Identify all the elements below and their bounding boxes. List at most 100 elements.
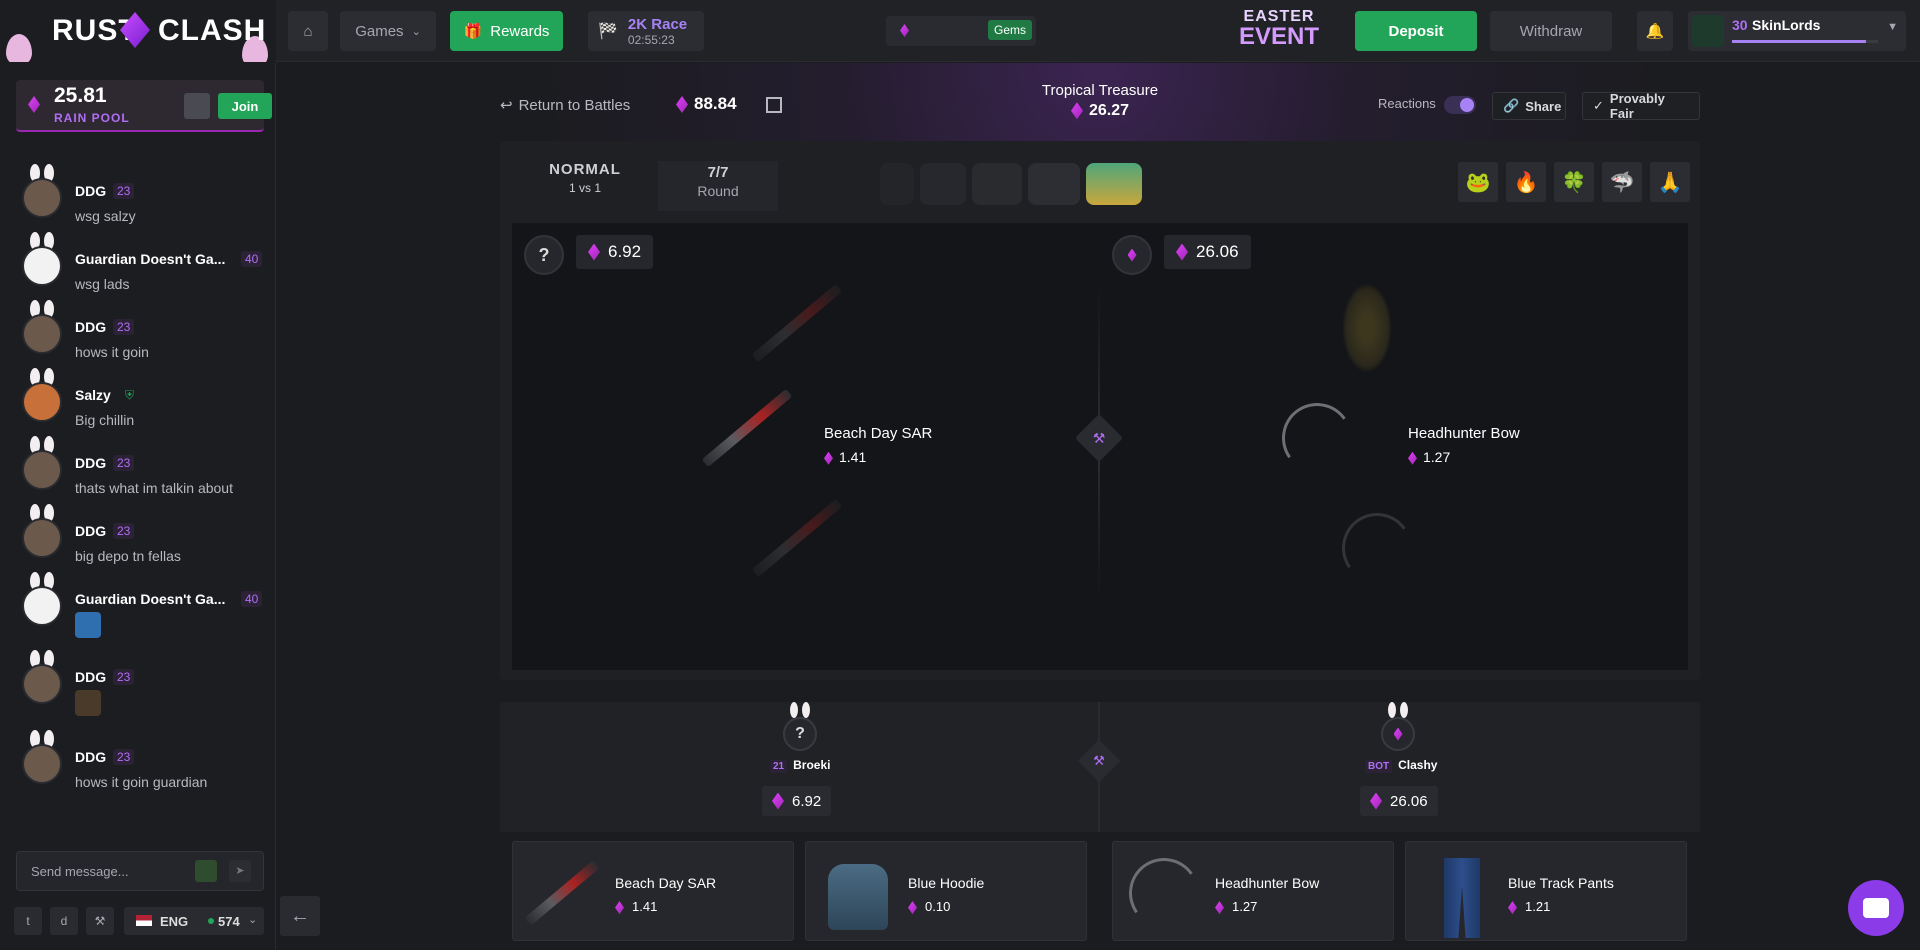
chat-input[interactable]: Send message... ➤ (16, 851, 264, 891)
return-to-battles-link[interactable]: ↩ Return to Battles (500, 96, 630, 114)
round-label: Round (697, 183, 739, 199)
player-left-value-amount: 6.92 (608, 242, 642, 261)
collapse-sidebar-button[interactable]: ← (280, 896, 320, 936)
user-level-badge: 40 (241, 591, 263, 607)
gems-tag: Gems (987, 20, 1032, 40)
chat-username[interactable]: DDG (75, 319, 106, 335)
won-item-card: Beach Day SAR 1.41 (512, 841, 794, 941)
chat-username[interactable]: DDG (75, 183, 106, 199)
rewards-button[interactable]: 🎁 Rewards (450, 11, 563, 51)
player-right-value: 26.06 (1164, 235, 1251, 269)
rain-amount: 25.81 (54, 84, 107, 107)
avatar[interactable] (22, 518, 62, 558)
gem-icon (1408, 451, 1417, 465)
chat-username[interactable]: Guardian Doesn't Ga... (75, 591, 225, 607)
reel-item-image (1336, 507, 1418, 589)
player-avatar[interactable] (1381, 717, 1415, 751)
case-thumbnail (880, 163, 914, 205)
reel-left-item-value: 1.41 (824, 449, 866, 465)
player-left-value: 6.92 (576, 235, 654, 269)
chat-username[interactable]: DDG (75, 455, 106, 471)
bunny-ears-icon (1383, 702, 1413, 718)
avatar[interactable] (22, 664, 62, 704)
reaction-button[interactable]: 🙏 (1650, 162, 1690, 202)
chevron-down-icon: ▼ (1887, 21, 1898, 33)
gems-balance[interactable]: Gems (886, 16, 1036, 46)
home-button[interactable]: ⌂ (288, 11, 328, 51)
avatar[interactable] (22, 382, 62, 422)
player-avatar[interactable]: ? (783, 717, 817, 751)
player-name[interactable]: BOT Clashy (1365, 758, 1437, 773)
chat-username[interactable]: DDG (75, 669, 106, 685)
chat-username[interactable]: DDG (75, 749, 106, 765)
twitter-icon[interactable]: t (14, 907, 42, 935)
share-button[interactable]: 🔗 Share (1492, 92, 1566, 120)
won-item-name: Blue Track Pants (1508, 875, 1614, 891)
send-icon[interactable]: ➤ (229, 860, 251, 882)
round-counter: 7/7 Round (658, 161, 778, 211)
avatar[interactable] (22, 744, 62, 784)
easter-event-banner[interactable]: EASTER EVENT (1224, 8, 1334, 54)
rewards-label: Rewards (490, 22, 550, 40)
reel-item-image (751, 283, 843, 363)
language-selector[interactable]: ENG 574 ⌄ (124, 907, 264, 935)
arrow-left-icon: ← (290, 904, 310, 927)
reaction-button[interactable]: 🔥 (1506, 162, 1546, 202)
won-item-value-amount: 1.21 (1525, 899, 1551, 914)
gavel-icon[interactable]: ⚒ (86, 907, 114, 935)
player-total-amount: 26.06 (1390, 792, 1428, 810)
discord-icon[interactable]: d (50, 907, 78, 935)
round-count: 7/7 (707, 164, 729, 181)
withdraw-button[interactable]: Withdraw (1490, 11, 1612, 51)
return-label: Return to Battles (518, 97, 631, 114)
avatar[interactable] (22, 178, 62, 218)
gem-icon (28, 96, 40, 113)
case-name: Tropical Treasure (1041, 82, 1159, 99)
race-button[interactable]: 🏁 2K Race 02:55:23 (588, 11, 704, 51)
chat-message-text: hows it goin (75, 344, 149, 360)
avatar[interactable] (22, 314, 62, 354)
reaction-button[interactable]: 🍀 (1554, 162, 1594, 202)
online-dot-icon (208, 918, 214, 924)
avatar[interactable] (22, 450, 62, 490)
won-item-value: 0.10 (908, 899, 950, 915)
avatar[interactable] (22, 586, 62, 626)
support-chat-button[interactable] (1848, 880, 1904, 936)
language-label: ENG (160, 914, 189, 929)
vs-icon: ⚒ (1074, 413, 1124, 463)
player-name[interactable]: 21 Broeki (770, 758, 830, 773)
easter-line2: EVENT (1238, 23, 1319, 50)
won-item-image (1414, 850, 1498, 938)
chat-message-text: hows it goin guardian (75, 774, 208, 790)
return-arrow-icon: ↩ (500, 97, 513, 114)
user-level: 30 (1732, 17, 1748, 33)
reaction-button[interactable]: 🐸 (1458, 162, 1498, 202)
notifications-button[interactable]: 🔔 (1637, 11, 1673, 51)
fullscreen-icon[interactable] (766, 97, 782, 113)
logo[interactable]: RUST CLASH (0, 0, 276, 62)
chat-message: Guardian Doesn't Ga... 40 wsg lads (22, 232, 272, 308)
deposit-button[interactable]: Deposit (1355, 11, 1477, 51)
gem-icon (772, 792, 784, 810)
tip-icon[interactable] (184, 93, 210, 119)
gem-icon (1215, 901, 1224, 915)
chat-username[interactable]: Salzy (75, 387, 111, 403)
join-rain-button[interactable]: Join (218, 93, 272, 119)
chat-message: DDG 23 big depo tn fellas (22, 504, 272, 580)
user-level-badge: 23 (113, 669, 135, 685)
user-menu[interactable]: 30 SkinLords ▼ (1688, 11, 1906, 51)
chat-username[interactable]: Guardian Doesn't Ga... (75, 251, 225, 267)
player-level: BOT (1365, 760, 1393, 773)
games-dropdown[interactable]: Games ⌄ (340, 11, 436, 51)
player-total-amount: 6.92 (792, 792, 822, 810)
easter-egg-icon (6, 34, 32, 62)
reaction-button[interactable]: 🦈 (1602, 162, 1642, 202)
gem-icon (1393, 727, 1403, 741)
chat-username[interactable]: DDG (75, 523, 106, 539)
provably-fair-button[interactable]: ✓ Provably Fair (1582, 91, 1700, 121)
avatar[interactable] (22, 246, 62, 286)
reel-item-image (751, 498, 843, 578)
reactions-toggle[interactable] (1444, 96, 1476, 114)
player-total: 26.06 (1360, 786, 1438, 816)
emoji-picker-icon[interactable] (195, 860, 217, 882)
